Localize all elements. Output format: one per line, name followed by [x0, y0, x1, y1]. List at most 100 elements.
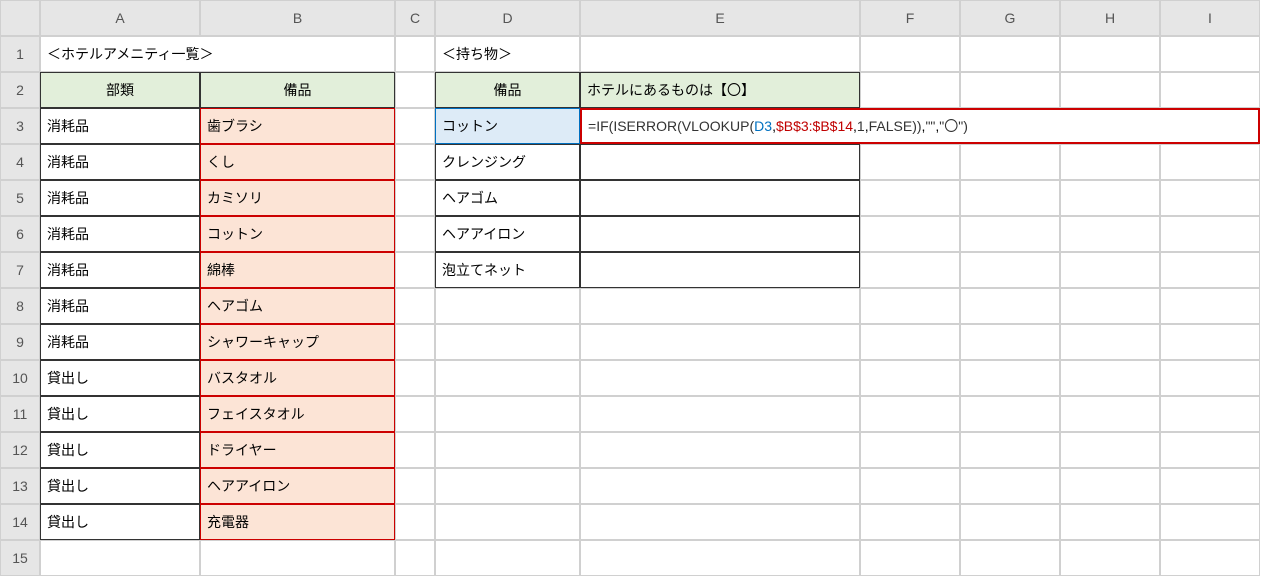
cell-H4[interactable] — [1060, 144, 1160, 180]
cell-F14[interactable] — [860, 504, 960, 540]
cell-C13[interactable] — [395, 468, 435, 504]
cell-C14[interactable] — [395, 504, 435, 540]
cell-I7[interactable] — [1160, 252, 1260, 288]
cell-I9[interactable] — [1160, 324, 1260, 360]
cell-H1[interactable] — [1060, 36, 1160, 72]
cell-C6[interactable] — [395, 216, 435, 252]
cell-B6[interactable]: コットン — [200, 216, 395, 252]
cell-C3[interactable] — [395, 108, 435, 144]
cell-F7[interactable] — [860, 252, 960, 288]
cell-E8[interactable] — [580, 288, 860, 324]
cell-G15[interactable] — [960, 540, 1060, 576]
cell-I5[interactable] — [1160, 180, 1260, 216]
cell-C8[interactable] — [395, 288, 435, 324]
cell-I12[interactable] — [1160, 432, 1260, 468]
row-header-2[interactable]: 2 — [0, 72, 40, 108]
cell-C10[interactable] — [395, 360, 435, 396]
cell-E11[interactable] — [580, 396, 860, 432]
col-header-A[interactable]: A — [40, 0, 200, 36]
cell-A1[interactable]: ＜ホテルアメニティ一覧＞ — [40, 36, 395, 72]
cell-B8[interactable]: ヘアゴム — [200, 288, 395, 324]
cell-E14[interactable] — [580, 504, 860, 540]
cell-G12[interactable] — [960, 432, 1060, 468]
cell-B12[interactable]: ドライヤー — [200, 432, 395, 468]
cell-C11[interactable] — [395, 396, 435, 432]
cell-G4[interactable] — [960, 144, 1060, 180]
cell-F10[interactable] — [860, 360, 960, 396]
row-header-5[interactable]: 5 — [0, 180, 40, 216]
cell-G7[interactable] — [960, 252, 1060, 288]
cell-E2[interactable]: ホテルにあるものは【〇】 — [580, 72, 860, 108]
cell-A4[interactable]: 消耗品 — [40, 144, 200, 180]
cell-B14[interactable]: 充電器 — [200, 504, 395, 540]
cell-D3[interactable]: コットン — [435, 108, 580, 144]
cell-G10[interactable] — [960, 360, 1060, 396]
row-header-14[interactable]: 14 — [0, 504, 40, 540]
cell-G11[interactable] — [960, 396, 1060, 432]
cell-C12[interactable] — [395, 432, 435, 468]
cell-I14[interactable] — [1160, 504, 1260, 540]
cell-D6[interactable]: ヘアアイロン — [435, 216, 580, 252]
cell-A5[interactable]: 消耗品 — [40, 180, 200, 216]
cell-F9[interactable] — [860, 324, 960, 360]
cell-F6[interactable] — [860, 216, 960, 252]
cell-F4[interactable] — [860, 144, 960, 180]
cell-H7[interactable] — [1060, 252, 1160, 288]
cell-G9[interactable] — [960, 324, 1060, 360]
cell-F12[interactable] — [860, 432, 960, 468]
cell-F11[interactable] — [860, 396, 960, 432]
cell-E6[interactable] — [580, 216, 860, 252]
cell-C7[interactable] — [395, 252, 435, 288]
cell-A2[interactable]: 部類 — [40, 72, 200, 108]
cell-A9[interactable]: 消耗品 — [40, 324, 200, 360]
cell-C9[interactable] — [395, 324, 435, 360]
cell-A14[interactable]: 貸出し — [40, 504, 200, 540]
row-header-9[interactable]: 9 — [0, 324, 40, 360]
cell-H9[interactable] — [1060, 324, 1160, 360]
cell-E4[interactable] — [580, 144, 860, 180]
cell-A10[interactable]: 貸出し — [40, 360, 200, 396]
cell-D10[interactable] — [435, 360, 580, 396]
row-header-10[interactable]: 10 — [0, 360, 40, 396]
row-header-7[interactable]: 7 — [0, 252, 40, 288]
row-header-8[interactable]: 8 — [0, 288, 40, 324]
cell-E12[interactable] — [580, 432, 860, 468]
cell-H10[interactable] — [1060, 360, 1160, 396]
cell-A3[interactable]: 消耗品 — [40, 108, 200, 144]
cell-C1[interactable] — [395, 36, 435, 72]
col-header-F[interactable]: F — [860, 0, 960, 36]
row-header-1[interactable]: 1 — [0, 36, 40, 72]
cell-A13[interactable]: 貸出し — [40, 468, 200, 504]
cell-H8[interactable] — [1060, 288, 1160, 324]
row-header-12[interactable]: 12 — [0, 432, 40, 468]
cell-E1[interactable] — [580, 36, 860, 72]
cell-E7[interactable] — [580, 252, 860, 288]
cell-A11[interactable]: 貸出し — [40, 396, 200, 432]
cell-B7[interactable]: 綿棒 — [200, 252, 395, 288]
cell-E15[interactable] — [580, 540, 860, 576]
row-header-6[interactable]: 6 — [0, 216, 40, 252]
cell-A15[interactable] — [40, 540, 200, 576]
cell-I11[interactable] — [1160, 396, 1260, 432]
cell-H2[interactable] — [1060, 72, 1160, 108]
cell-C5[interactable] — [395, 180, 435, 216]
cell-H5[interactable] — [1060, 180, 1160, 216]
cell-I13[interactable] — [1160, 468, 1260, 504]
cell-I8[interactable] — [1160, 288, 1260, 324]
cell-H6[interactable] — [1060, 216, 1160, 252]
cell-G14[interactable] — [960, 504, 1060, 540]
col-header-E[interactable]: E — [580, 0, 860, 36]
cell-D14[interactable] — [435, 504, 580, 540]
cell-H14[interactable] — [1060, 504, 1160, 540]
col-header-H[interactable]: H — [1060, 0, 1160, 36]
cell-B15[interactable] — [200, 540, 395, 576]
cell-D4[interactable]: クレンジング — [435, 144, 580, 180]
cell-F2[interactable] — [860, 72, 960, 108]
row-header-13[interactable]: 13 — [0, 468, 40, 504]
row-header-11[interactable]: 11 — [0, 396, 40, 432]
cell-G13[interactable] — [960, 468, 1060, 504]
cell-D12[interactable] — [435, 432, 580, 468]
cell-E9[interactable] — [580, 324, 860, 360]
cell-A8[interactable]: 消耗品 — [40, 288, 200, 324]
cell-B13[interactable]: ヘアアイロン — [200, 468, 395, 504]
